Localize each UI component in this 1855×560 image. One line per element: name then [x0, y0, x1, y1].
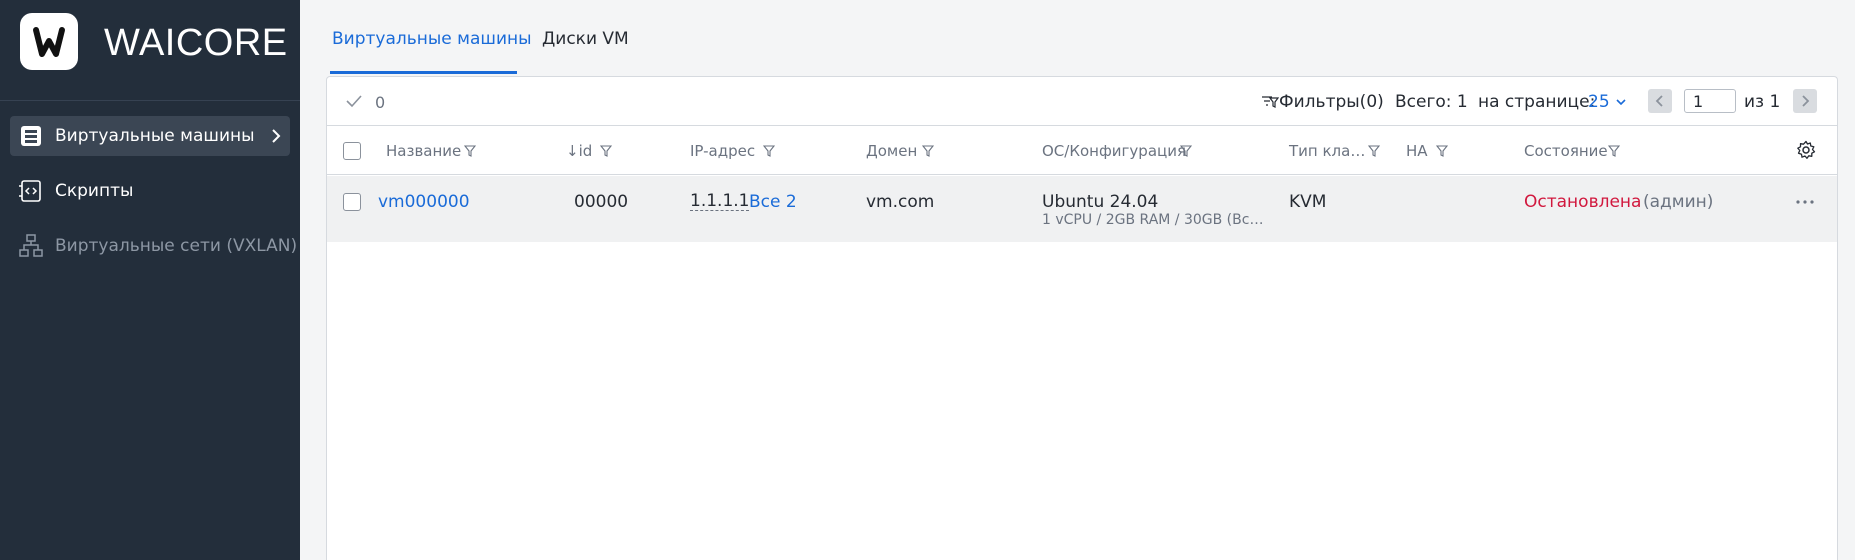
row-checkbox[interactable] — [343, 193, 361, 211]
vm-cluster-type: KVM — [1289, 192, 1327, 212]
column-filter-icon[interactable] — [763, 144, 775, 157]
column-header-id[interactable]: ↓id — [566, 142, 592, 160]
check-icon — [346, 95, 362, 108]
column-filter-icon[interactable] — [1368, 144, 1380, 157]
chevron-right-icon — [1802, 95, 1810, 107]
vm-name-link[interactable]: vm000000 — [378, 192, 470, 212]
next-page-button[interactable] — [1793, 89, 1817, 113]
sidebar-item-vxlan[interactable]: Виртуальные сети (VXLAN) — [10, 226, 297, 266]
column-filter-icon[interactable] — [1608, 144, 1620, 157]
server-icon — [21, 126, 41, 146]
tab-bar: Виртуальные машины Диски VM — [300, 0, 1855, 75]
chevron-right-icon — [272, 129, 281, 143]
prev-page-button[interactable] — [1648, 89, 1672, 113]
column-header-ha[interactable]: HA — [1406, 142, 1428, 160]
column-header-state[interactable]: Состояние — [1524, 142, 1608, 160]
script-icon — [19, 180, 41, 202]
column-filter-icon[interactable] — [1180, 144, 1192, 157]
sidebar-item-label: Виртуальные сети (VXLAN) — [55, 236, 298, 256]
per-page-label: на странице: — [1478, 92, 1596, 112]
vm-os: Ubuntu 24.04 — [1042, 192, 1159, 212]
selected-count: 0 — [375, 93, 386, 112]
chevron-down-icon[interactable] — [1615, 96, 1627, 108]
vm-domain: vm.com — [866, 192, 935, 212]
column-header-domain[interactable]: Домен — [866, 142, 917, 160]
column-filter-icon[interactable] — [464, 144, 476, 157]
vm-id: 00000 — [574, 192, 629, 212]
app-logo[interactable] — [20, 13, 78, 70]
sidebar: WAICORE Виртуальные машины Скрипты Вирту… — [0, 0, 300, 560]
column-header-cluster-type[interactable]: Тип кла… — [1289, 142, 1365, 160]
network-icon — [19, 234, 43, 257]
sidebar-item-label: Скрипты — [55, 181, 134, 201]
page-total: из 1 — [1744, 92, 1781, 112]
status-actor: (админ) — [1643, 192, 1714, 212]
table-row[interactable]: vm000000 00000 1.1.1.1 Все 2 vm.com Ubun… — [327, 176, 1837, 242]
select-all-checkbox[interactable] — [343, 142, 361, 160]
tab-virtual-machines[interactable]: Виртуальные машины — [332, 29, 532, 49]
logo-row: WAICORE — [0, 0, 300, 101]
vm-ip-all-link[interactable]: Все 2 — [749, 192, 797, 212]
more-actions-icon[interactable] — [1795, 199, 1815, 205]
per-page-select[interactable]: 25 — [1588, 92, 1610, 112]
vm-config: 1 vCPU / 2GB RAM / 30GB (Все… — [1042, 212, 1267, 228]
sidebar-item-label: Виртуальные машины — [55, 126, 255, 146]
table-toolbar: 0 Фильтры(0) Всего: 1 на странице: 25 из… — [327, 77, 1837, 126]
sidebar-item-scripts[interactable]: Скрипты — [10, 171, 290, 211]
total-count: Всего: 1 — [1395, 92, 1468, 112]
gear-icon[interactable] — [1796, 140, 1816, 160]
filters-button[interactable]: Фильтры(0) — [1279, 92, 1384, 112]
active-tab-indicator — [330, 71, 517, 74]
column-header-name[interactable]: Название — [386, 142, 461, 160]
logo-w-icon — [33, 27, 65, 57]
brand-name: WAICORE — [104, 22, 288, 64]
table-header: Название ↓id IP-адрес Домен ОС/Конфигура… — [327, 127, 1837, 175]
status-badge: Остановлена — [1524, 192, 1642, 212]
page-number-input[interactable] — [1684, 89, 1736, 113]
chevron-left-icon — [1655, 95, 1663, 107]
vm-table-panel: 0 Фильтры(0) Всего: 1 на странице: 25 из… — [326, 76, 1838, 560]
sidebar-item-virtual-machines[interactable]: Виртуальные машины — [10, 116, 290, 156]
column-filter-icon[interactable] — [1436, 144, 1448, 157]
column-header-ip[interactable]: IP-адрес — [690, 142, 755, 160]
column-filter-icon[interactable] — [922, 144, 934, 157]
column-filter-icon[interactable] — [600, 144, 612, 157]
column-header-os[interactable]: ОС/Конфигурация — [1042, 142, 1186, 160]
filter-icon[interactable] — [1261, 94, 1279, 110]
tab-vm-disks[interactable]: Диски VM — [542, 29, 629, 49]
vm-ip-address[interactable]: 1.1.1.1 — [690, 192, 750, 211]
